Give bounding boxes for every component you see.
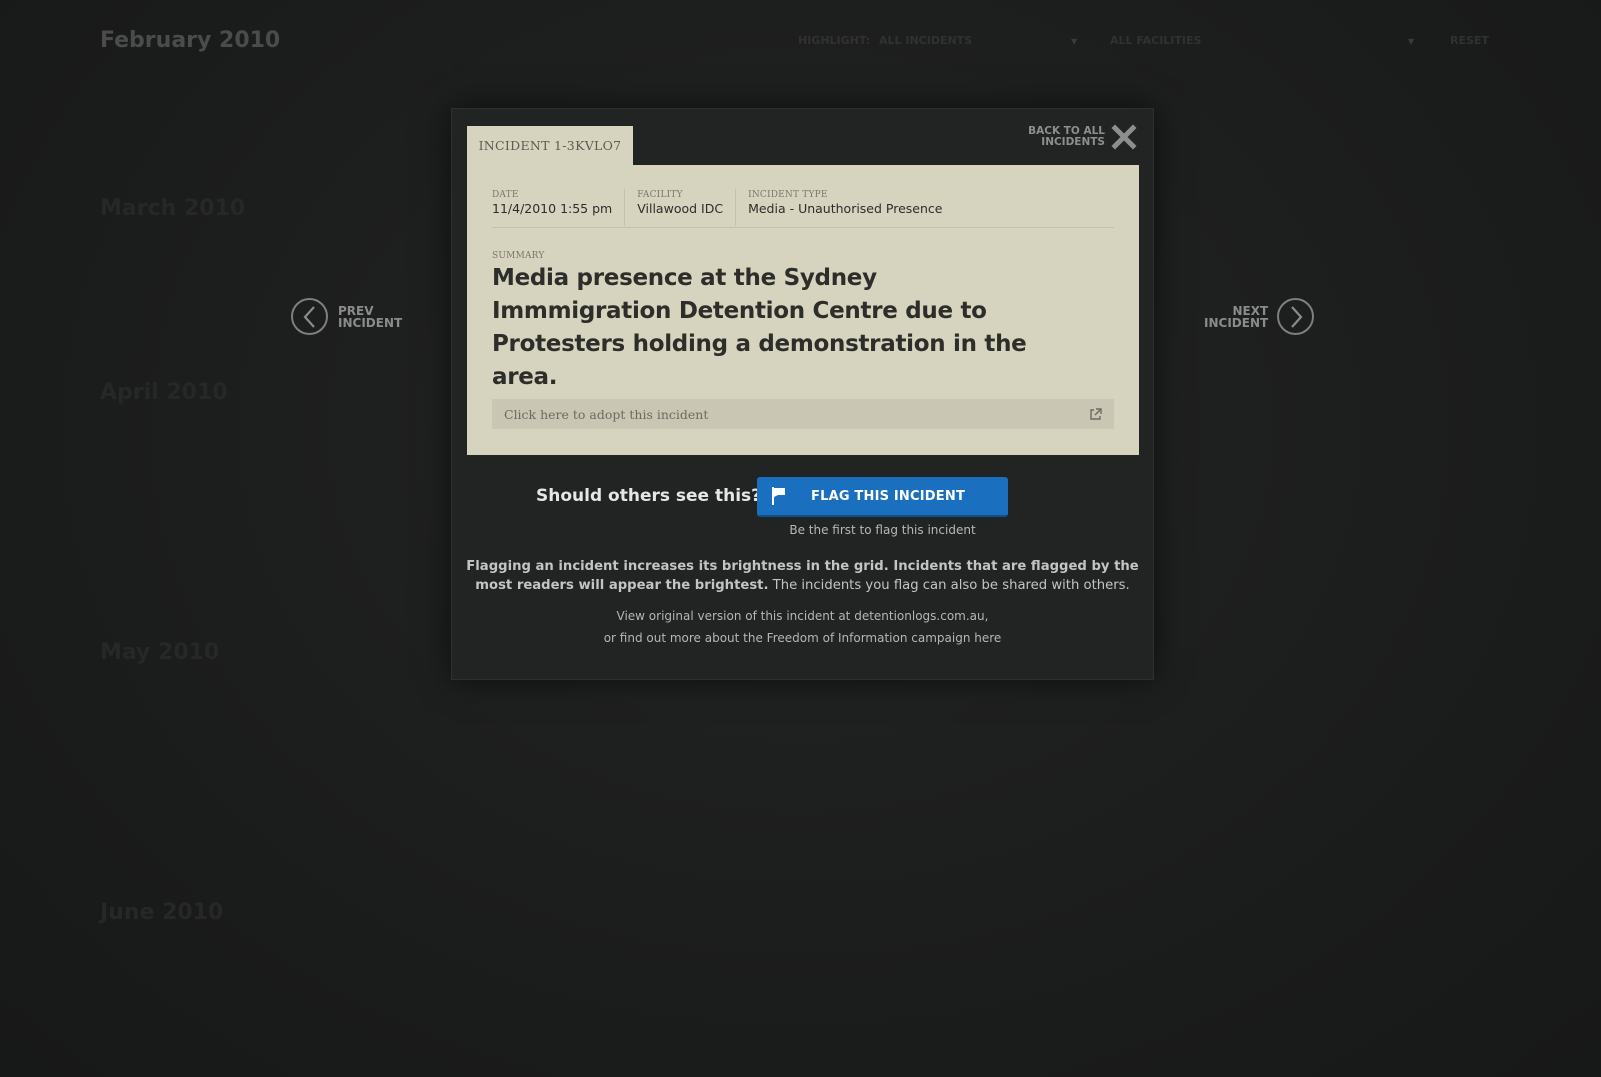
- meta-date: DATE 11/4/2010 1:55 pm: [492, 190, 613, 216]
- highlight-label: HIGHLIGHT:: [798, 34, 871, 47]
- incident-id-tab: INCIDENT 1-3KVLO7: [467, 126, 633, 165]
- adopt-incident-label: Click here to adopt this incident: [504, 406, 709, 422]
- chevron-left-icon: [291, 298, 328, 335]
- month-heading: March 2010: [100, 196, 246, 221]
- flag-question: Should others see this?: [536, 486, 762, 506]
- foi-campaign-link[interactable]: here: [974, 631, 1001, 645]
- external-link-icon: [1089, 407, 1102, 421]
- detentionlogs-link[interactable]: detentionlogs.com.au: [854, 609, 984, 623]
- flag-row: Should others see this? FLAG THIS INCIDE…: [452, 477, 1153, 517]
- flag-icon: [771, 486, 787, 506]
- flag-explanation: Flagging an incident increases its brigh…: [466, 557, 1139, 595]
- month-title: February 2010: [100, 28, 281, 53]
- adopt-incident-link[interactable]: Click here to adopt this incident: [492, 399, 1114, 429]
- close-icon[interactable]: [1111, 124, 1137, 150]
- meta-incident-type: INCIDENT TYPE Media - Unauthorised Prese…: [735, 189, 954, 226]
- month-heading: May 2010: [100, 640, 220, 665]
- chevron-right-icon: [1277, 298, 1315, 335]
- back-to-all-label: BACK TO ALL INCIDENTS: [1028, 125, 1105, 148]
- reset-button[interactable]: RESET: [1450, 34, 1489, 47]
- prev-incident-button[interactable]: PREV INCIDENT: [291, 298, 402, 335]
- next-incident-label: NEXT INCIDENT: [1204, 303, 1269, 330]
- source-links: View original version of this incident a…: [603, 609, 1002, 645]
- flag-button-label: FLAG THIS INCIDENT: [811, 488, 966, 504]
- chevron-down-icon: ▼: [1071, 37, 1078, 46]
- month-heading: June 2010: [100, 900, 224, 925]
- incident-modal: INCIDENT 1-3KVLO7 BACK TO ALL INCIDENTS …: [451, 108, 1154, 680]
- back-to-all-button[interactable]: BACK TO ALL INCIDENTS: [1028, 124, 1137, 150]
- incident-card: DATE 11/4/2010 1:55 pm FACILITY Villawoo…: [467, 165, 1139, 455]
- summary-label: SUMMARY: [492, 251, 545, 261]
- facility-select[interactable]: ALL FACILITIES: [1110, 34, 1201, 47]
- prev-incident-label: PREV INCIDENT: [338, 303, 403, 330]
- highlight-select[interactable]: ALL INCIDENTS: [879, 34, 972, 47]
- meta-facility: FACILITY Villawood IDC: [624, 189, 735, 226]
- flag-explanation-normal: The incidents you flag can also be share…: [768, 578, 1130, 593]
- chevron-down-icon: ▼: [1408, 37, 1415, 46]
- flag-count-text: Be the first to flag this incident: [789, 523, 976, 537]
- month-heading: April 2010: [100, 380, 228, 405]
- flag-incident-button[interactable]: FLAG THIS INCIDENT: [757, 477, 1008, 517]
- next-incident-button[interactable]: NEXT INCIDENT: [1204, 298, 1315, 335]
- incident-meta: DATE 11/4/2010 1:55 pm FACILITY Villawoo…: [492, 189, 1114, 228]
- summary-text: Media presence at the Sydney Immmigratio…: [492, 265, 1027, 390]
